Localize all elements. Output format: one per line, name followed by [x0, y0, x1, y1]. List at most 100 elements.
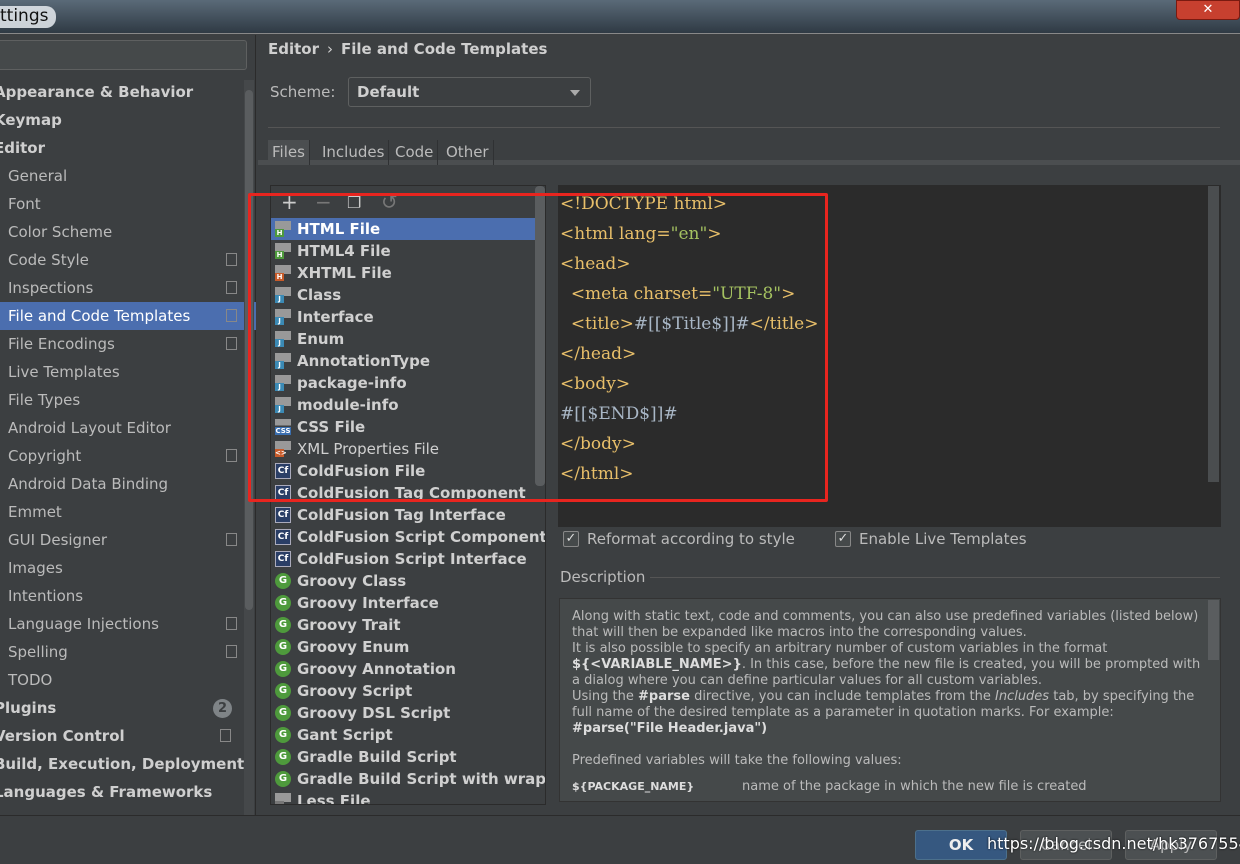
sidebar-item-images[interactable]: Images — [0, 554, 244, 582]
reset-icon[interactable]: ↺ — [381, 190, 398, 214]
sidebar-item-version-control[interactable]: Version Control — [0, 722, 244, 750]
template-list-item[interactable]: Jpackage-info — [271, 372, 545, 394]
template-list-item[interactable]: Cf ColdFusion Tag Component — [271, 482, 545, 504]
template-list-item[interactable]: G Gant Script — [271, 724, 545, 746]
sidebar-item-emmet[interactable]: Emmet — [0, 498, 244, 526]
template-name: Gradle Build Script with wrapper — [297, 770, 546, 788]
template-tabs: Files Includes Code Other — [258, 140, 1240, 165]
variable-description: name of the package in which the new fil… — [742, 779, 1087, 794]
template-list-item[interactable]: J Enum — [271, 328, 545, 350]
template-list-item[interactable]: G Groovy Script — [271, 680, 545, 702]
sidebar-item-label: File Encodings — [8, 335, 115, 353]
template-list-item[interactable]: Cf ColdFusion Tag Interface — [271, 504, 545, 526]
cf-file-icon: Cf — [275, 507, 291, 523]
template-name: ColdFusion Tag Interface — [297, 506, 506, 524]
template-list-item[interactable]: G Groovy Enum — [271, 636, 545, 658]
sidebar-item-language-injections[interactable]: Language Injections — [0, 610, 244, 638]
template-list-item[interactable]: J Interface — [271, 306, 545, 328]
copy-icon[interactable]: ❐ — [347, 193, 361, 212]
sidebar-item-android-layout-editor[interactable]: Android Layout Editor — [0, 414, 244, 442]
groovy-file-icon: G — [275, 749, 291, 765]
template-list-item[interactable]: G Groovy Annotation — [271, 658, 545, 680]
template-list-item[interactable]: G Groovy Trait — [271, 614, 545, 636]
template-list-item[interactable]: Cf ColdFusion Script Interface — [271, 548, 545, 570]
sidebar-item-code-style[interactable]: Code Style — [0, 246, 244, 274]
title-bar: ttings ✕ — [0, 0, 1240, 34]
close-icon[interactable]: ✕ — [1176, 0, 1240, 20]
sidebar-item-file-types[interactable]: File Types — [0, 386, 244, 414]
sidebar-item-label: Android Data Binding — [8, 475, 169, 493]
code-token: #[[$END$]]# — [560, 404, 678, 424]
breadcrumb-parent[interactable]: Editor — [268, 40, 319, 58]
sidebar-item-intentions[interactable]: Intentions — [0, 582, 244, 610]
sidebar-item-android-data-binding[interactable]: Android Data Binding — [0, 470, 244, 498]
template-list-item[interactable]: G Groovy DSL Script — [271, 702, 545, 724]
description-scrollbar[interactable] — [1208, 600, 1219, 660]
sidebar-item-label: File and Code Templates — [8, 307, 191, 325]
template-list-item[interactable]: G Groovy Class — [271, 570, 545, 592]
template-list-item[interactable]: CSS CSS File — [271, 416, 545, 438]
sidebar-item-languages-frameworks[interactable]: Languages & Frameworks — [0, 778, 244, 806]
reformat-checkbox[interactable]: ✓ Reformat according to style — [563, 530, 795, 548]
sidebar-item-font[interactable]: Font — [0, 190, 244, 218]
template-list-item[interactable]: J Class — [271, 284, 545, 306]
scheme-dropdown[interactable]: Default — [348, 77, 591, 107]
sidebar-item-label: TODO — [8, 671, 53, 689]
checkmark-icon[interactable]: ✓ — [835, 531, 851, 547]
code-token: </title> — [749, 314, 819, 334]
template-name: Groovy Interface — [297, 594, 439, 612]
template-list-item[interactable]: G Groovy Interface — [271, 592, 545, 614]
template-list-scrollbar[interactable] — [535, 186, 545, 486]
sidebar-scrollbar[interactable] — [244, 80, 254, 815]
sidebar-item-general[interactable]: General — [0, 162, 244, 190]
sidebar-item-appearance-behavior[interactable]: Appearance & Behavior — [0, 78, 244, 106]
template-list-item[interactable]: H XHTML File — [271, 262, 545, 284]
sidebar-item-build-execution-deployment[interactable]: Build, Execution, Deployment — [0, 750, 244, 778]
project-scope-icon — [226, 533, 237, 546]
template-list-item[interactable]: <> XML Properties File — [271, 438, 545, 460]
css-file-icon: CSS — [275, 419, 291, 435]
template-list-item[interactable]: H HTML4 File — [271, 240, 545, 262]
template-code-editor[interactable]: <!DOCTYPE html> <html lang="en"> <head> <m… — [558, 185, 1221, 527]
template-list: H HTML File H HTML4 File H XHTML File J Class J I… — [271, 218, 545, 804]
sidebar-item-plugins[interactable]: Plugins 2 — [0, 694, 244, 722]
code-line: </html> — [560, 461, 1221, 491]
sidebar-item-file-and-code-templates[interactable]: File and Code Templates — [0, 302, 256, 330]
tab-code[interactable]: Code — [391, 140, 439, 165]
template-list-item[interactable]: Cf ColdFusion File — [271, 460, 545, 482]
template-list-item[interactable]: J AnnotationType — [271, 350, 545, 372]
code-line: <!DOCTYPE html> — [560, 191, 1221, 221]
tab-files[interactable]: Files — [268, 140, 310, 165]
tab-other[interactable]: Other — [442, 140, 494, 165]
settings-search-input[interactable] — [0, 40, 247, 70]
sidebar-item-label: General — [8, 167, 68, 185]
sidebar-item-editor[interactable]: Editor — [0, 134, 244, 162]
sidebar-item-color-scheme[interactable]: Color Scheme — [0, 218, 244, 246]
sidebar-item-spelling[interactable]: Spelling — [0, 638, 244, 666]
add-icon[interactable]: + — [281, 190, 298, 214]
sidebar-item-inspections[interactable]: Inspections — [0, 274, 244, 302]
code-token: "en" — [670, 224, 708, 244]
remove-icon[interactable]: − — [315, 190, 332, 214]
checkmark-icon[interactable]: ✓ — [563, 531, 579, 547]
sidebar-item-gui-designer[interactable]: GUI Designer — [0, 526, 244, 554]
tab-includes[interactable]: Includes — [318, 140, 390, 165]
sidebar-item-copyright[interactable]: Copyright — [0, 442, 244, 470]
template-list-item[interactable]: G Gradle Build Script — [271, 746, 545, 768]
template-list-item[interactable]: H HTML File — [271, 218, 545, 240]
template-list-item[interactable]: G Gradle Build Script with wrapper — [271, 768, 545, 790]
sidebar-item-file-encodings[interactable]: File Encodings — [0, 330, 244, 358]
template-list-item[interactable]: Cf ColdFusion Script Component — [271, 526, 545, 548]
project-scope-icon — [226, 449, 237, 462]
sidebar-item-live-templates[interactable]: Live Templates — [0, 358, 244, 386]
sidebar-item-keymap[interactable]: Keymap — [0, 106, 244, 134]
template-list-item[interactable]: Less File — [271, 790, 545, 804]
sidebar-item-todo[interactable]: TODO — [0, 666, 244, 694]
template-name: ColdFusion File — [297, 462, 426, 480]
template-name: Groovy DSL Script — [297, 704, 451, 722]
live-templates-checkbox[interactable]: ✓ Enable Live Templates — [835, 530, 1027, 548]
html-file-icon: H — [275, 221, 291, 237]
sidebar-item-label: Images — [8, 559, 63, 577]
template-list-item[interactable]: Jmodule-info — [271, 394, 545, 416]
editor-scrollbar[interactable] — [1208, 186, 1219, 482]
